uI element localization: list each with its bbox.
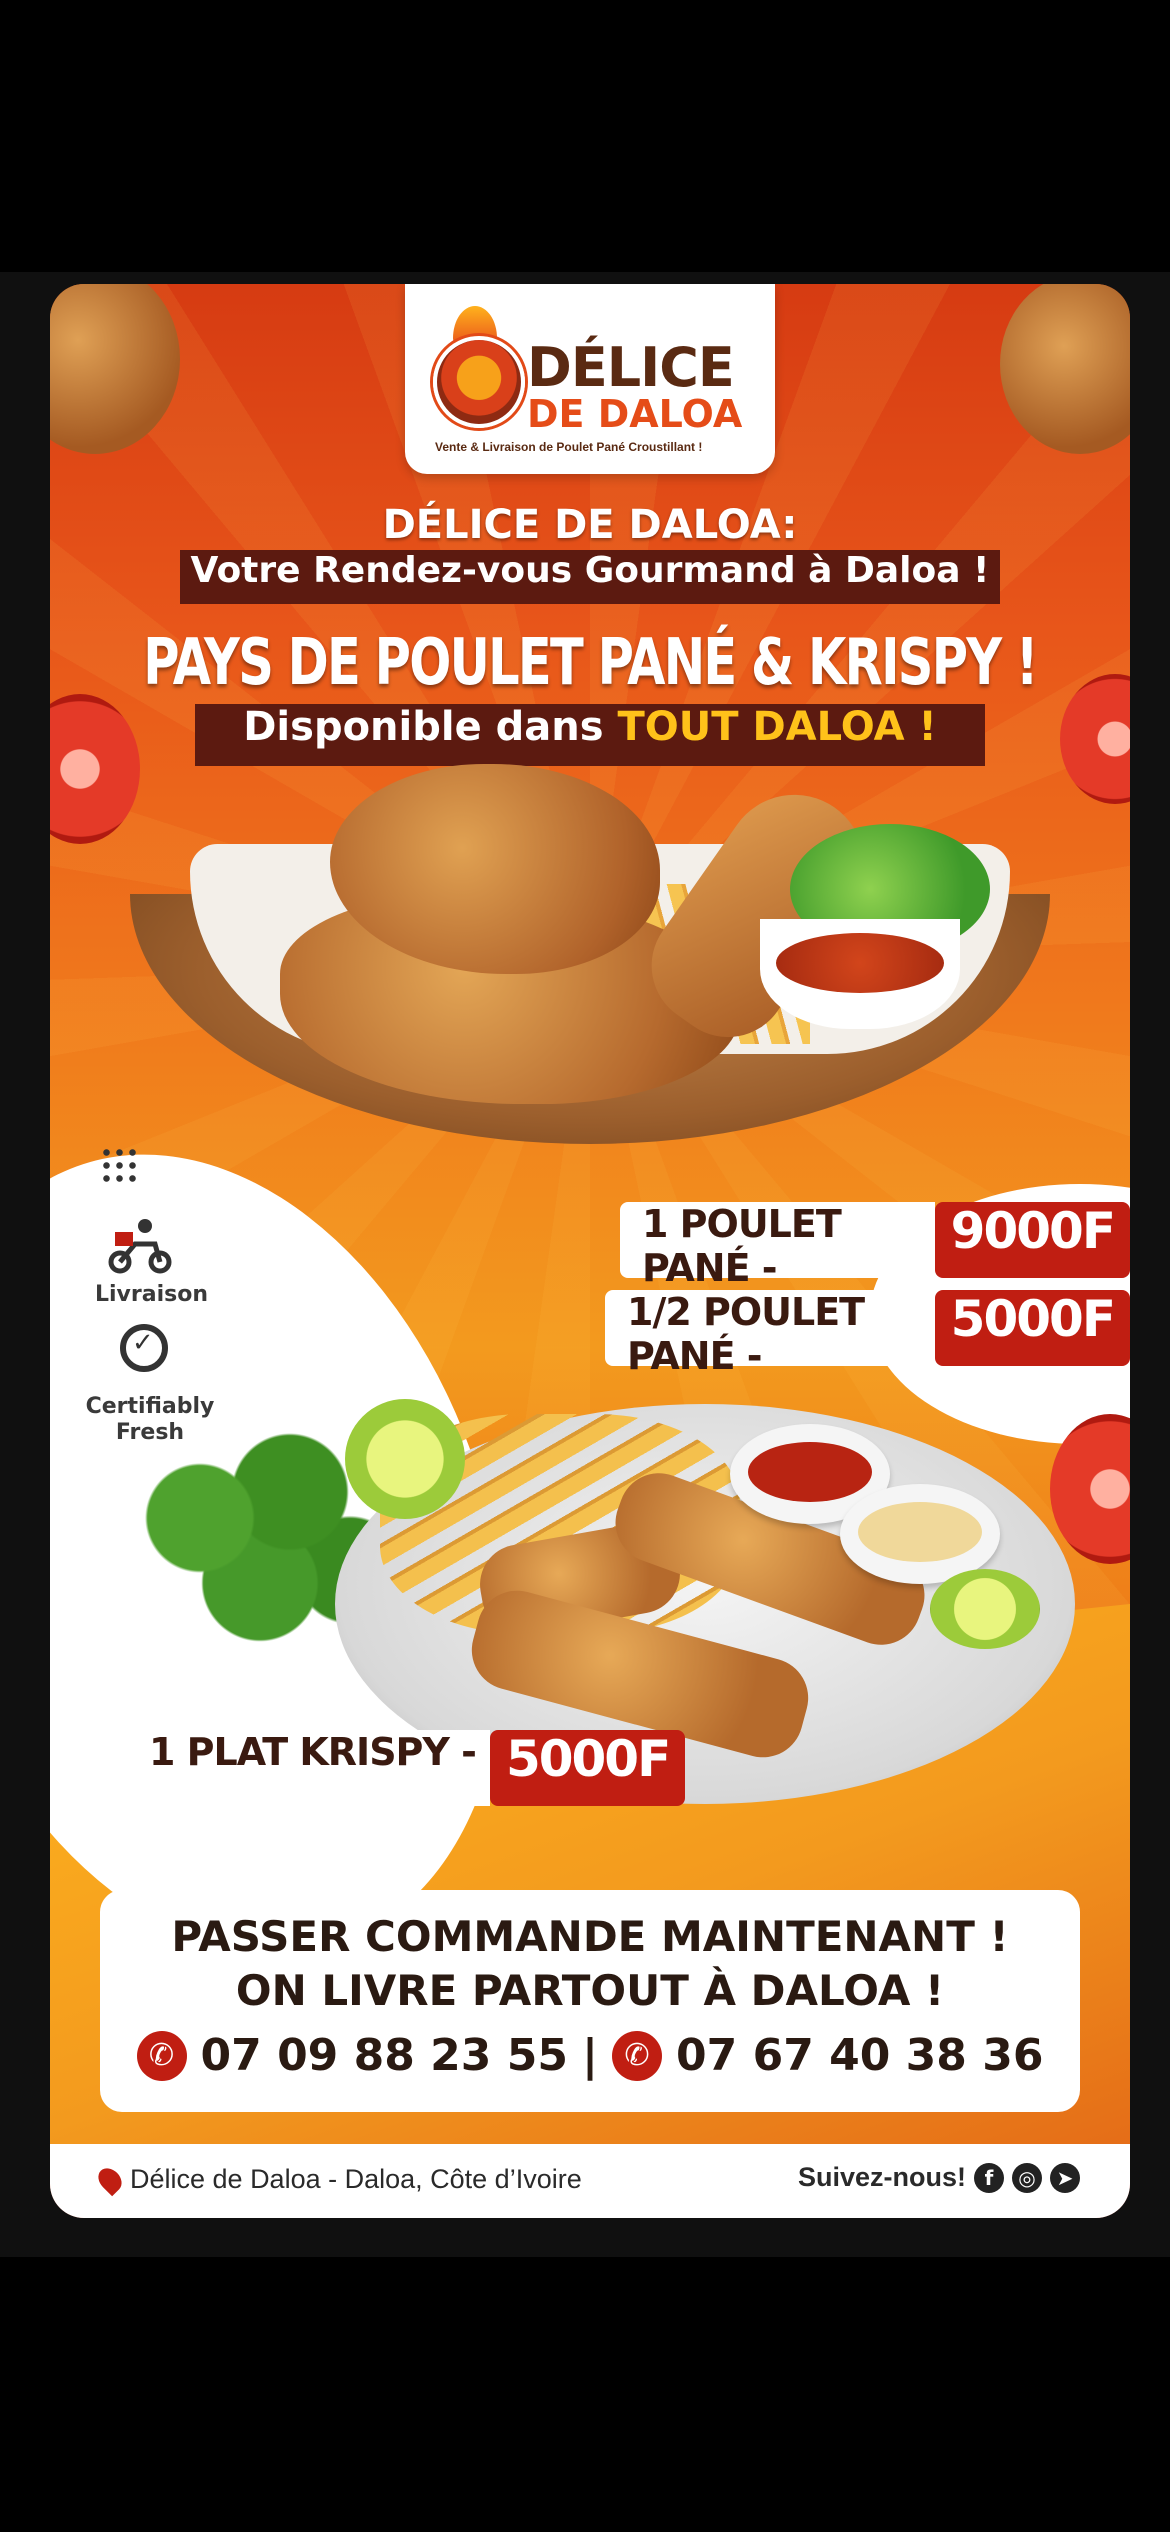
brand-heading: DÉLICE DE DALOA: bbox=[382, 502, 798, 548]
logo-title: DÉLICE bbox=[527, 336, 735, 399]
price-tag: 1 POULET PANÉ - 9000F bbox=[620, 1202, 1130, 1290]
instagram-icon[interactable]: ◎ bbox=[1012, 2162, 1042, 2193]
certified-icon bbox=[120, 1324, 168, 1372]
dots-decoration bbox=[100, 1146, 140, 1186]
price-tag: 1/2 POULET PANÉ - 5000F bbox=[605, 1290, 1130, 1378]
location-info: Délice de Daloa - Daloa, Côte d’Ivoire bbox=[93, 2163, 582, 2196]
phone-separator: | bbox=[581, 2030, 599, 2081]
order-call-to-action: PASSER COMMANDE MAINTENANT ! ON LIVRE PA… bbox=[100, 1890, 1080, 2112]
price-tag: 1 PLAT KRISPY - 5000F bbox=[127, 1730, 686, 1806]
logo-tagline: Vente & Livraison de Poulet Pané Crousti… bbox=[435, 440, 703, 454]
phone-number[interactable]: 07 09 88 23 55 bbox=[201, 2030, 568, 2081]
location-text: Délice de Daloa - Daloa, Côte d’Ivoire bbox=[130, 2164, 582, 2194]
brand-slogan: Votre Rendez-vous Gourmand à Daloa ! bbox=[180, 550, 1000, 604]
telegram-icon[interactable]: ➤ bbox=[1050, 2162, 1080, 2193]
price-label: 1/2 POULET PANÉ - bbox=[605, 1290, 935, 1378]
brand-logo: DÉLICE DE DALOA Vente & Livraison de Pou… bbox=[405, 284, 775, 474]
poster-footer: Délice de Daloa - Daloa, Côte d’Ivoire S… bbox=[50, 2144, 1130, 2218]
main-headline: PAYS DE POULET PANÉ & KRISPY ! bbox=[143, 626, 1038, 700]
logo-subtitle: DE DALOA bbox=[527, 392, 743, 436]
rooster-emblem-icon bbox=[433, 336, 525, 428]
location-pin-icon bbox=[93, 2163, 127, 2196]
phone-number[interactable]: 07 67 40 38 36 bbox=[676, 2030, 1043, 2081]
cta-line: ON LIVRE PARTOUT À DALOA ! bbox=[235, 1966, 945, 2015]
price-label: 1 PLAT KRISPY - bbox=[127, 1730, 490, 1806]
phone-numbers: ✆ 07 09 88 23 55 | ✆ 07 67 40 38 36 bbox=[100, 2030, 1080, 2081]
price-label: 1 POULET PANÉ - bbox=[620, 1202, 935, 1290]
promo-poster-image[interactable]: DÉLICE DE DALOA Vente & Livraison de Pou… bbox=[50, 284, 1130, 2218]
chicken-basket-photo bbox=[130, 764, 1070, 1154]
price-value: 5000F bbox=[489, 1730, 686, 1806]
delivery-badge-label: Livraison bbox=[95, 1282, 209, 1307]
social-links: Suivez-nous! f ◎ ➤ bbox=[798, 2162, 1080, 2193]
cta-line: PASSER COMMANDE MAINTENANT ! bbox=[171, 1912, 1009, 1961]
lime-slice bbox=[930, 1569, 1040, 1649]
availability-banner: Disponible dans TOUT DALOA ! bbox=[195, 704, 985, 766]
price-value: 5000F bbox=[934, 1290, 1130, 1366]
facebook-icon[interactable]: f bbox=[974, 2162, 1004, 2193]
price-value: 9000F bbox=[934, 1202, 1130, 1278]
phone-icon: ✆ bbox=[136, 2030, 187, 2081]
phone-icon: ✆ bbox=[612, 2030, 663, 2081]
sauce-bowl bbox=[760, 919, 960, 1029]
scooter-icon bbox=[108, 1219, 172, 1274]
availability-text: Disponible dans bbox=[243, 704, 604, 750]
availability-highlight: TOUT DALOA ! bbox=[617, 704, 937, 750]
follow-label: Suivez-nous! bbox=[797, 2162, 966, 2192]
lime-slice bbox=[345, 1399, 465, 1519]
